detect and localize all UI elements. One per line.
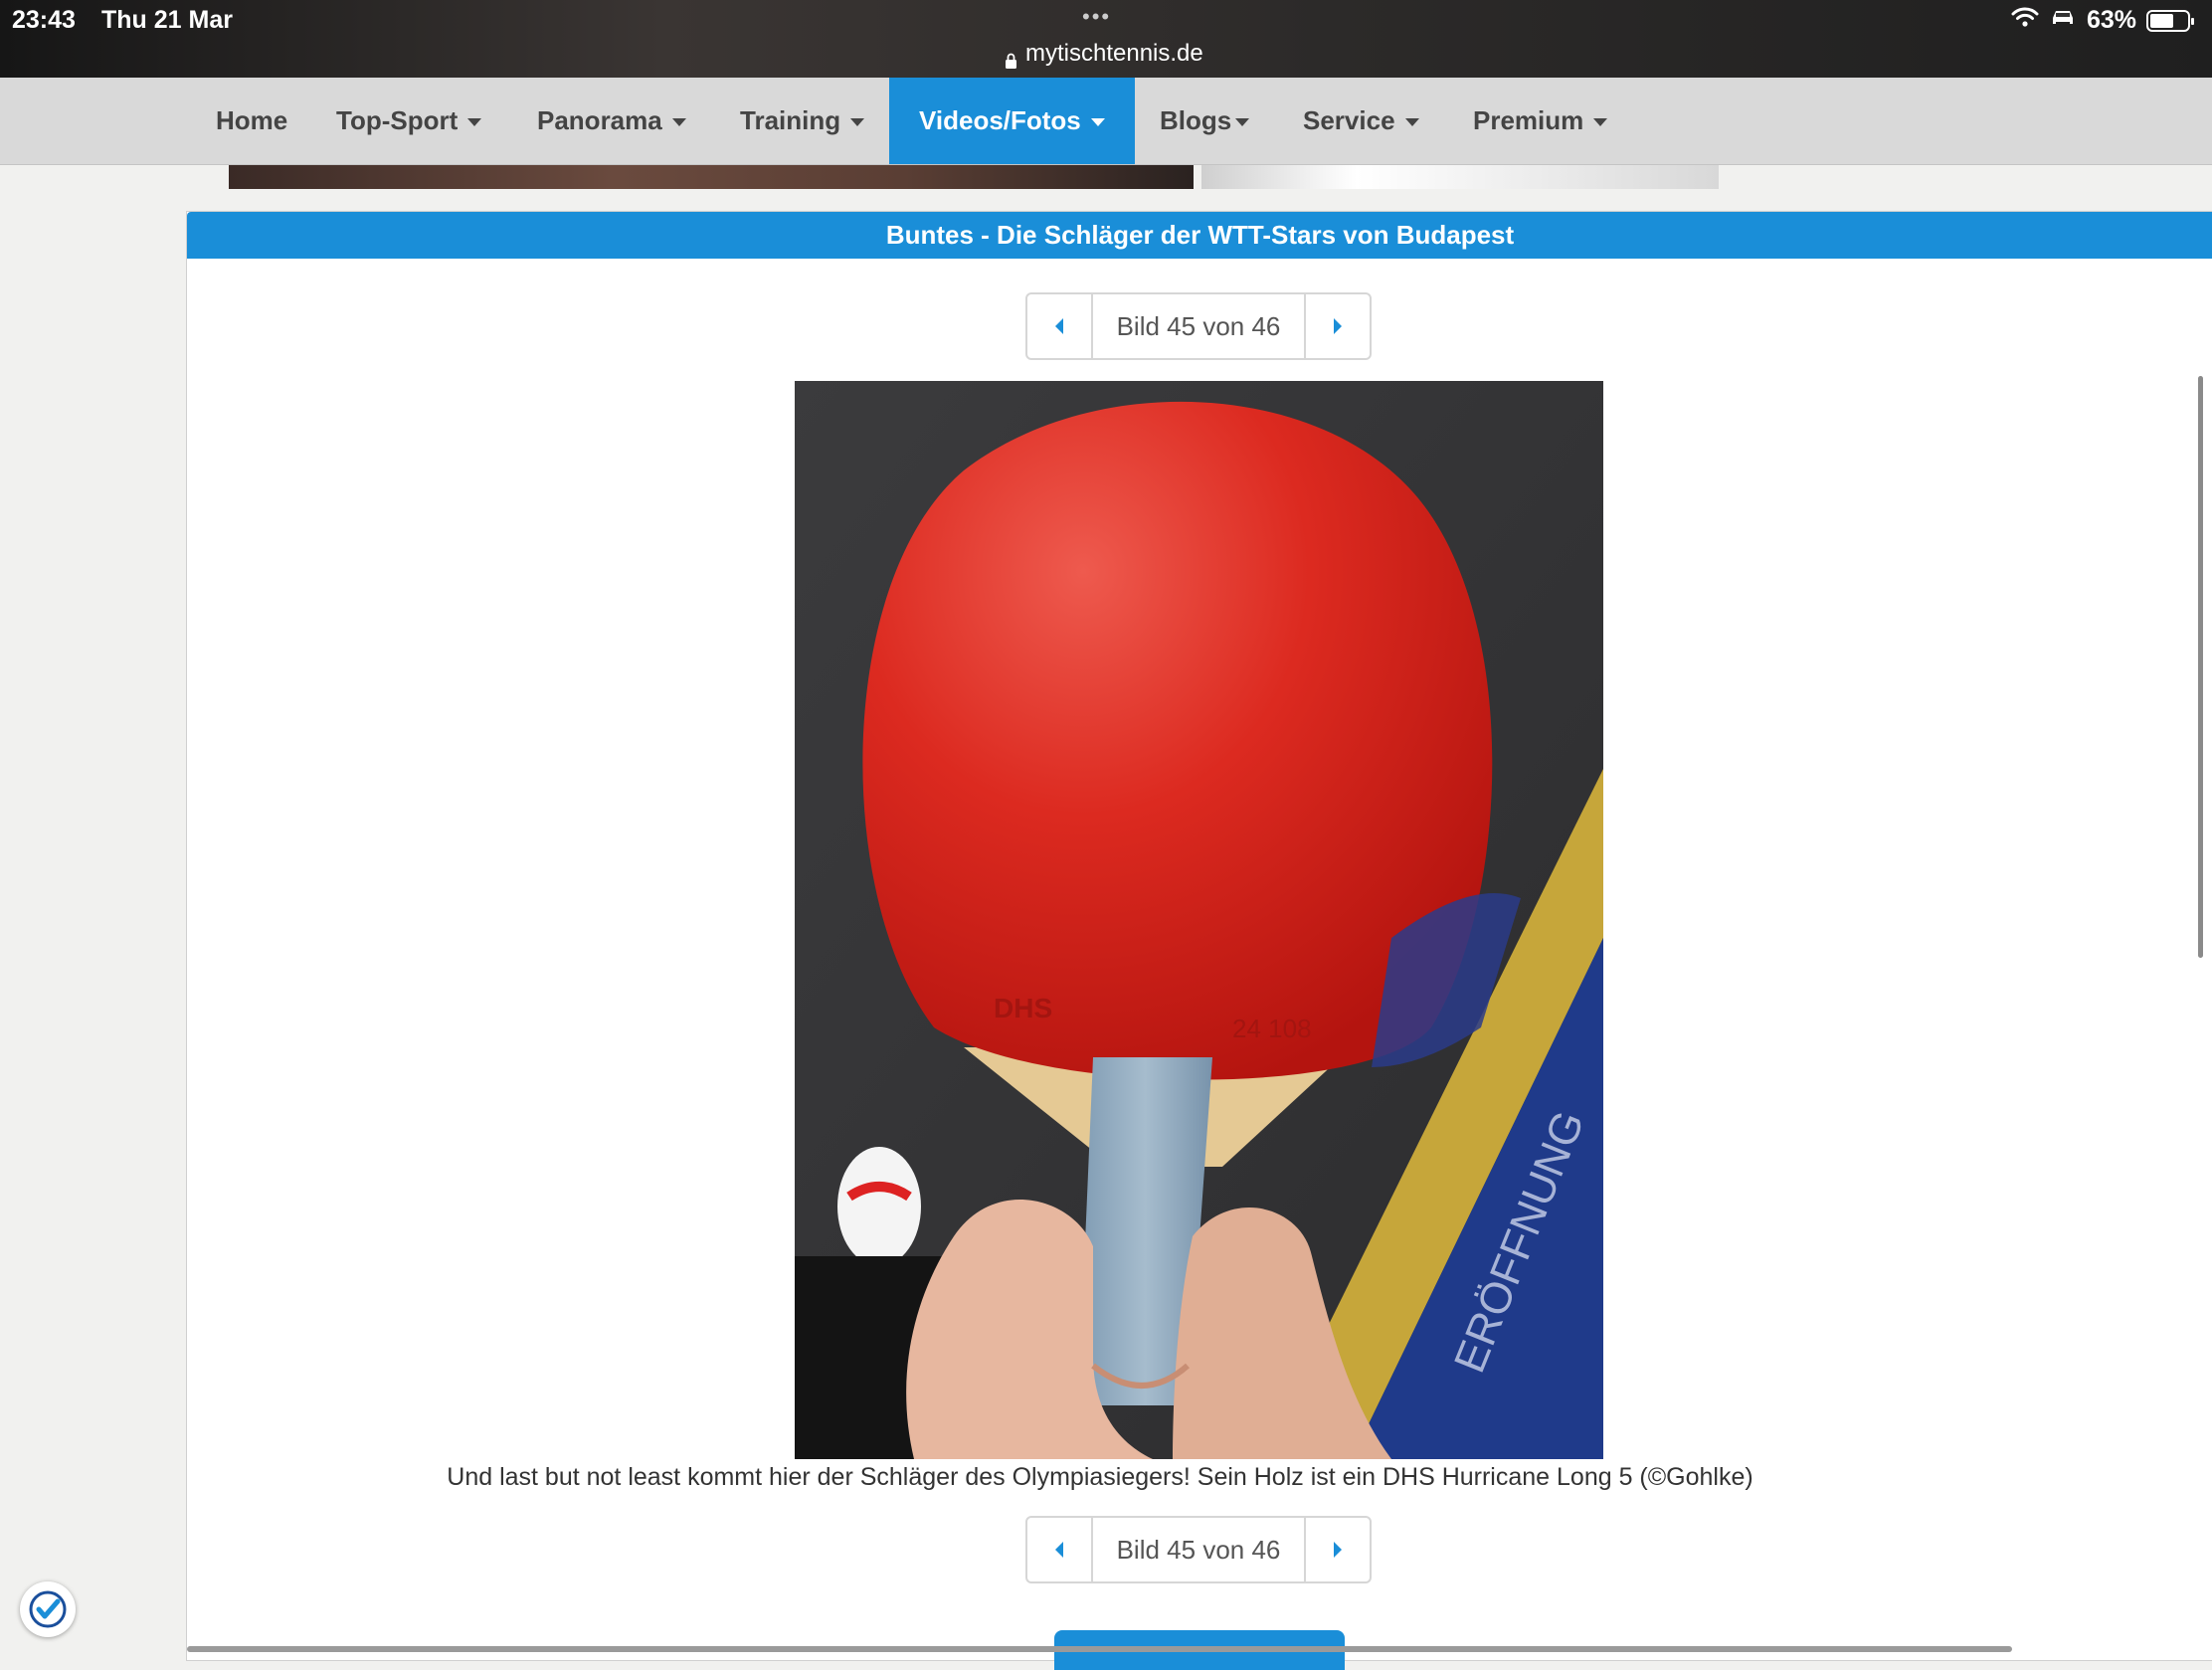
- caret-down-icon: [467, 117, 482, 126]
- caret-down-icon: [1235, 117, 1250, 126]
- more-dots-icon[interactable]: •••: [1082, 4, 1111, 30]
- checkmark-badge-icon[interactable]: [20, 1581, 76, 1637]
- header-image-right: [1201, 165, 1719, 189]
- photo-caption: Und last but not least kommt hier der Sc…: [447, 1463, 1753, 1491]
- next-button[interactable]: [1304, 294, 1370, 358]
- main-nav: Home Top-Sport Panorama Training Videos/…: [0, 78, 2212, 165]
- nav-home[interactable]: Home: [216, 78, 287, 164]
- prev-button[interactable]: [1027, 1518, 1093, 1581]
- pager-label: Bild 45 von 46: [1116, 1534, 1281, 1565]
- gallery-photo[interactable]: ERÖFFNUNG DHS 24 108: [795, 381, 1603, 1459]
- prev-button[interactable]: [1027, 294, 1093, 358]
- wifi-icon: [2011, 6, 2039, 35]
- chevron-right-icon: [1334, 318, 1342, 334]
- chevron-left-icon: [1055, 318, 1063, 334]
- caret-down-icon: [850, 117, 865, 126]
- nav-service[interactable]: Service: [1303, 78, 1419, 164]
- caret-down-icon: [1090, 117, 1105, 126]
- address-bar[interactable]: mytischtennis.de: [1005, 40, 1203, 69]
- nav-blogs[interactable]: Blogs: [1160, 78, 1250, 164]
- nav-training[interactable]: Training: [740, 78, 865, 164]
- url-text: mytischtennis.de: [1025, 40, 1203, 67]
- gallery-panel: Buntes - Die Schläger der WTT-Stars von …: [186, 211, 2212, 1670]
- nav-top-sport[interactable]: Top-Sport: [336, 78, 482, 164]
- lock-icon: [1005, 48, 1017, 69]
- pager-bottom: Bild 45 von 46: [1025, 1516, 1372, 1583]
- pager-top: Bild 45 von 46: [1025, 292, 1372, 360]
- caret-down-icon: [671, 117, 686, 126]
- nav-panorama[interactable]: Panorama: [537, 78, 686, 164]
- horizontal-scrollbar[interactable]: [187, 1646, 2012, 1652]
- status-indicators: 63%: [2011, 6, 2194, 35]
- nav-videos-fotos[interactable]: Videos/Fotos: [889, 78, 1135, 164]
- car-icon: [2049, 6, 2077, 35]
- caret-down-icon: [1404, 117, 1419, 126]
- header-image-left: [229, 165, 1194, 189]
- chevron-left-icon: [1055, 1542, 1063, 1558]
- vertical-scrollbar[interactable]: [2198, 376, 2203, 958]
- pager-label: Bild 45 von 46: [1116, 310, 1281, 341]
- racket-photo-illustration: ERÖFFNUNG DHS 24 108: [795, 381, 1603, 1459]
- battery-percent: 63%: [2086, 6, 2136, 34]
- caret-down-icon: [1593, 117, 1608, 126]
- next-button[interactable]: [1304, 1518, 1370, 1581]
- svg-text:DHS: DHS: [994, 993, 1052, 1023]
- battery-icon: [2146, 9, 2194, 32]
- nav-premium[interactable]: Premium: [1473, 78, 1608, 164]
- status-time: 23:43: [12, 6, 76, 34]
- gallery-title: Buntes - Die Schläger der WTT-Stars von …: [187, 212, 2212, 259]
- status-bar: 23:43 Thu 21 Mar ••• mytischtennis.de 63…: [0, 0, 2212, 78]
- status-date: Thu 21 Mar: [101, 6, 233, 34]
- chevron-right-icon: [1334, 1542, 1342, 1558]
- svg-text:24 108: 24 108: [1232, 1014, 1312, 1043]
